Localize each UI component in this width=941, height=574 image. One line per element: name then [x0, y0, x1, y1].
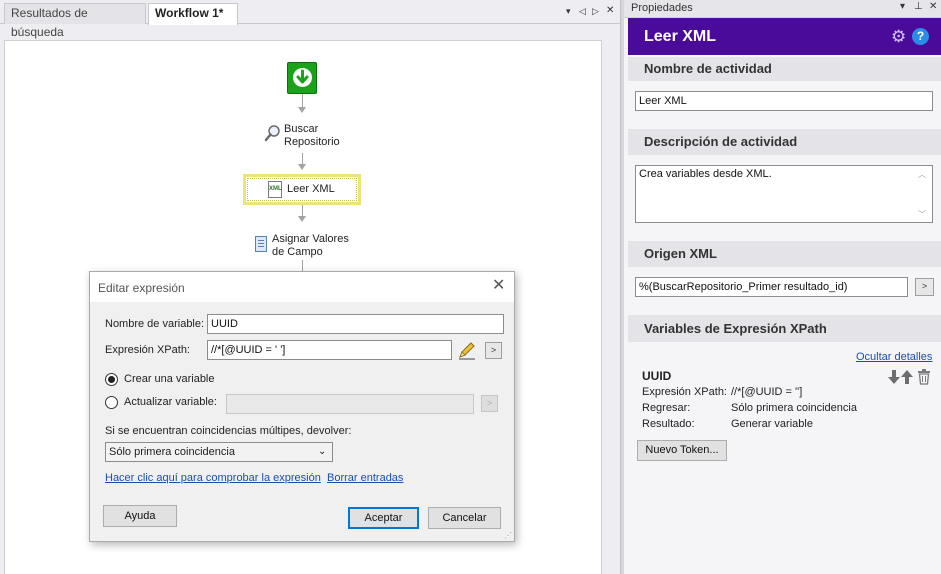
- gear-icon[interactable]: ⚙: [891, 28, 906, 45]
- node-label-assign-field-values[interactable]: Asignar Valores de Campo: [272, 233, 362, 259]
- var-result-label: Resultado:: [642, 418, 695, 430]
- return-option-value: Sólo primera coincidencia: [109, 446, 235, 458]
- update-variable-input: [226, 394, 474, 414]
- section-xml-source: Origen XML: [628, 241, 941, 267]
- connector-arrowhead: [298, 164, 306, 170]
- properties-header: Leer XML ⚙ ?: [628, 18, 941, 55]
- update-variable-label[interactable]: Actualizar variable:: [124, 396, 217, 408]
- xpath-insert-button[interactable]: >: [485, 342, 502, 359]
- properties-pane: Propiedades ▾ ⊥ ✕ Leer XML ⚙ ? Nombre de…: [624, 0, 941, 574]
- activity-description-textarea[interactable]: Crea variables desde XML. ︿ ﹀: [635, 165, 933, 223]
- document-tabstrip: Resultados de búsqueda Workflow 1* ▾ ◁ ▷…: [0, 0, 624, 39]
- pin-icon[interactable]: ⊥: [914, 1, 923, 12]
- create-variable-radio[interactable]: [105, 373, 118, 386]
- magnifier-icon: [264, 124, 280, 142]
- variable-name-input[interactable]: UUID: [207, 314, 504, 334]
- clear-entries-link[interactable]: Borrar entradas: [327, 472, 403, 484]
- scroll-left-icon[interactable]: ◁: [579, 6, 586, 17]
- close-tab-icon[interactable]: ✕: [606, 5, 614, 16]
- download-arrow-icon: [293, 68, 312, 87]
- multiple-matches-label: Si se encuentran coincidencias múltipes,…: [105, 425, 352, 437]
- var-xpath-label: Expresión XPath:: [642, 386, 727, 398]
- pane-dropdown-icon[interactable]: ▾: [900, 1, 905, 12]
- pencil-edit-icon[interactable]: [457, 341, 477, 360]
- xml-badge: XML: [269, 186, 282, 192]
- xml-source-input[interactable]: %(BuscarRepositorio_Primer resultado_id): [635, 277, 908, 297]
- tab-workflow[interactable]: Workflow 1*: [148, 3, 238, 25]
- tab-list-dropdown-icon[interactable]: ▾: [566, 6, 571, 17]
- variable-name-label: Nombre de variable:: [105, 318, 205, 330]
- connector-line: [302, 94, 303, 108]
- node-label-read-xml[interactable]: Leer XML: [287, 183, 335, 196]
- workflow-start-node[interactable]: [287, 62, 317, 94]
- connector-arrowhead: [298, 216, 306, 222]
- properties-titlebar: Propiedades ▾ ⊥ ✕: [624, 0, 941, 18]
- section-xpath-variables: Variables de Expresión XPath: [628, 315, 941, 342]
- create-variable-label[interactable]: Crear una variable: [124, 373, 215, 385]
- help-button[interactable]: Ayuda: [103, 505, 177, 527]
- scroll-down-icon[interactable]: ﹀: [918, 208, 926, 222]
- document-list-icon: [255, 236, 267, 252]
- trash-icon[interactable]: [917, 369, 931, 385]
- edit-expression-dialog: Editar expresión ✕ Nombre de variable: U…: [89, 271, 515, 542]
- chevron-down-icon: ⌄: [318, 446, 327, 457]
- xpath-expression-input[interactable]: //*[@UUID = ' ']: [207, 340, 452, 360]
- test-expression-link[interactable]: Hacer clic aquí para comprobar la expres…: [105, 472, 321, 484]
- help-icon[interactable]: ?: [912, 28, 929, 45]
- tab-search-results[interactable]: Resultados de búsqueda: [4, 3, 146, 39]
- move-up-icon[interactable]: [900, 369, 914, 385]
- dialog-title: Editar expresión: [98, 281, 185, 295]
- var-return-label: Regresar:: [642, 402, 691, 414]
- properties-title: Propiedades: [631, 2, 693, 14]
- var-xpath-value: //*[@UUID = '']: [731, 386, 803, 398]
- node-label-search-repository[interactable]: Buscar Repositorio: [284, 123, 364, 149]
- var-result-value: Generar variable: [731, 418, 813, 430]
- section-activity-description: Descripción de actividad: [628, 129, 941, 155]
- xml-source-button[interactable]: >: [915, 278, 934, 296]
- radio-selected-dot: [108, 376, 115, 383]
- update-variable-button: >: [481, 395, 498, 412]
- close-pane-icon[interactable]: ✕: [929, 1, 937, 12]
- activity-description-text: Crea variables desde XML.: [639, 168, 772, 180]
- update-variable-radio[interactable]: [105, 396, 118, 409]
- var-return-value: Sólo primera coincidencia: [731, 402, 857, 414]
- hide-details-link[interactable]: Ocultar detalles: [856, 351, 932, 363]
- scroll-up-icon[interactable]: ︿: [918, 168, 926, 182]
- close-icon[interactable]: ✕: [492, 278, 505, 294]
- xpath-expression-label: Expresión XPath:: [105, 344, 190, 356]
- connector-arrowhead: [298, 107, 306, 113]
- xml-file-icon: XML: [268, 181, 282, 198]
- accept-button[interactable]: Aceptar: [348, 507, 419, 529]
- scroll-right-icon[interactable]: ▷: [592, 6, 599, 17]
- properties-header-title: Leer XML: [644, 28, 717, 45]
- activity-name-input[interactable]: Leer XML: [635, 91, 933, 111]
- resize-grip-icon[interactable]: ⋰: [504, 531, 512, 540]
- cancel-button[interactable]: Cancelar: [428, 507, 501, 529]
- return-option-select[interactable]: Sólo primera coincidencia ⌄: [105, 442, 333, 462]
- dialog-titlebar[interactable]: Editar expresión ✕: [90, 272, 514, 302]
- move-down-icon[interactable]: [887, 369, 901, 385]
- section-activity-name: Nombre de actividad: [628, 57, 941, 81]
- new-token-button[interactable]: Nuevo Token...: [637, 440, 727, 461]
- variable-name: UUID: [642, 369, 672, 383]
